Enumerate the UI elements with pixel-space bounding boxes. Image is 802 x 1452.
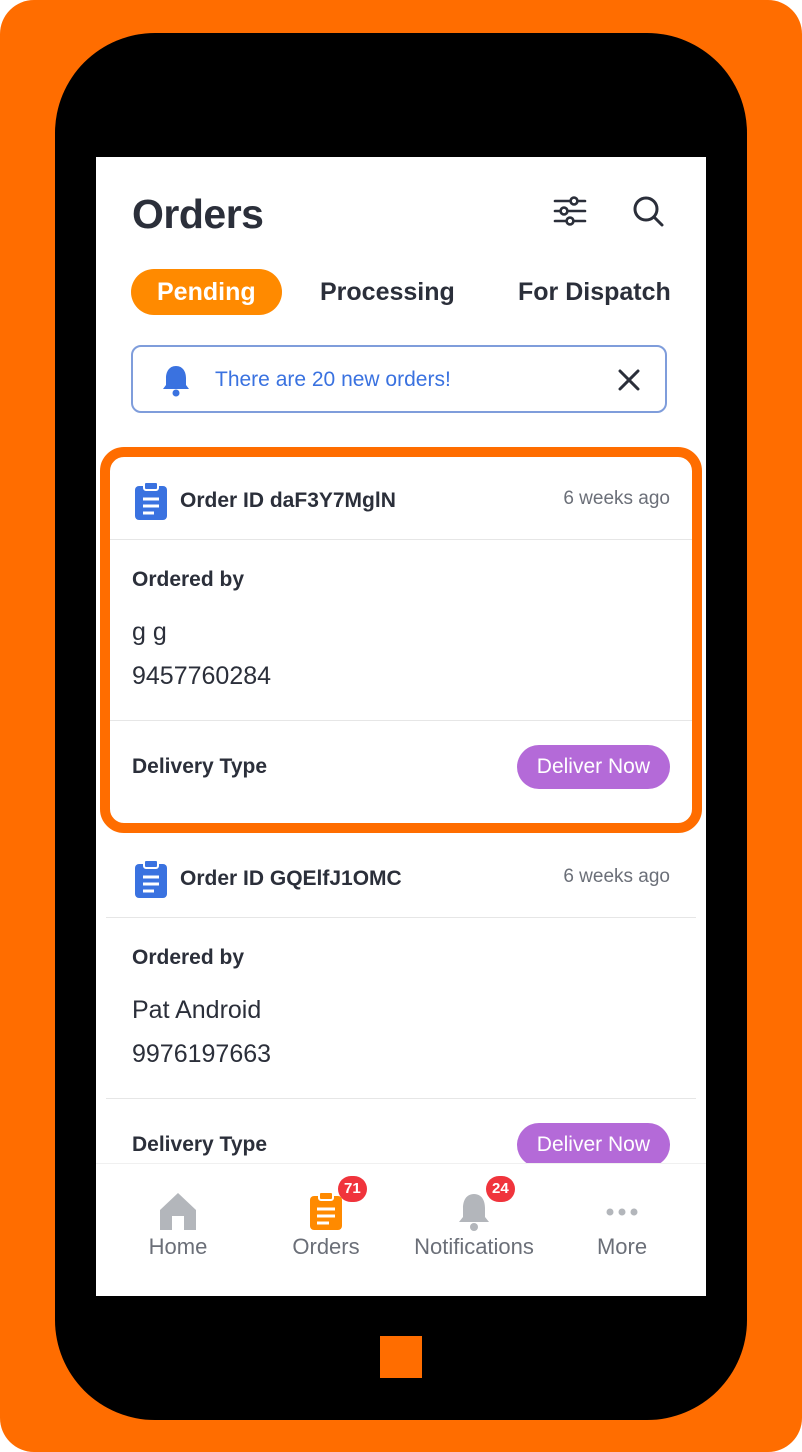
search-icon[interactable] [630,193,666,229]
nav-home-label: Home [148,1234,208,1259]
page-title: Orders [132,191,264,237]
ordered-by-label: Ordered by [132,946,245,969]
home-hardware-button[interactable] [380,1336,422,1378]
more-dots-icon [606,1208,638,1216]
order-card-footer: Delivery Type Deliver Now [106,721,696,813]
bottom-navigation: Home 71 Orders 24 Notifications More [96,1163,706,1296]
order-id: Order ID daF3Y7MglN [180,489,396,512]
status-tabs: Pending Processing For Dispatch [131,269,706,315]
banner-message: There are 20 new orders! [215,368,451,391]
customer-phone: 9457760284 [132,662,272,690]
customer-phone: 9976197663 [132,1040,272,1068]
nav-more-label: More [596,1234,648,1259]
bell-icon [163,366,189,397]
delivery-type-label: Delivery Type [132,755,268,778]
close-icon[interactable] [615,366,643,394]
deliver-now-button[interactable]: Deliver Now [516,745,670,789]
notifications-count-badge: 24 [486,1176,515,1202]
customer-name: g g [132,618,167,646]
nav-notifications-label: Notifications [414,1234,534,1259]
tab-for-dispatch[interactable]: For Dispatch [518,269,671,315]
ordered-by-label: Ordered by [132,568,245,591]
orders-count-badge: 71 [338,1176,367,1202]
order-card[interactable]: Order ID GQElfJ1OMC 6 weeks ago Ordered … [106,837,696,1191]
home-icon [160,1193,196,1230]
order-card-header: Order ID GQElfJ1OMC 6 weeks ago [106,837,696,918]
order-id: Order ID GQElfJ1OMC [180,867,402,890]
order-card[interactable]: Order ID daF3Y7MglN 6 weeks ago Ordered … [106,459,696,813]
nav-notifications[interactable]: 24 Notifications [398,1164,550,1296]
deliver-now-button[interactable]: Deliver Now [516,1123,670,1167]
tab-pending[interactable]: Pending [131,269,282,315]
customer-name: Pat Android [132,996,262,1024]
filter-icon[interactable] [552,193,588,229]
order-time: 6 weeks ago [563,866,670,887]
clipboard-icon [135,481,167,520]
order-card-header: Order ID daF3Y7MglN 6 weeks ago [106,459,696,540]
nav-orders-label: Orders [292,1234,360,1259]
app-screen: Orders Pending Processing For Dispatch T… [96,157,706,1296]
order-card-body: Ordered by g g 9457760284 [106,540,696,721]
order-time: 6 weeks ago [563,488,670,509]
nav-more[interactable]: More [546,1164,698,1296]
clipboard-icon [135,859,167,898]
order-card-body: Ordered by Pat Android 9976197663 [106,918,696,1099]
new-orders-banner[interactable]: There are 20 new orders! [131,345,667,413]
nav-orders[interactable]: 71 Orders [250,1164,402,1296]
nav-home[interactable]: Home [102,1164,254,1296]
tab-processing[interactable]: Processing [320,269,455,315]
